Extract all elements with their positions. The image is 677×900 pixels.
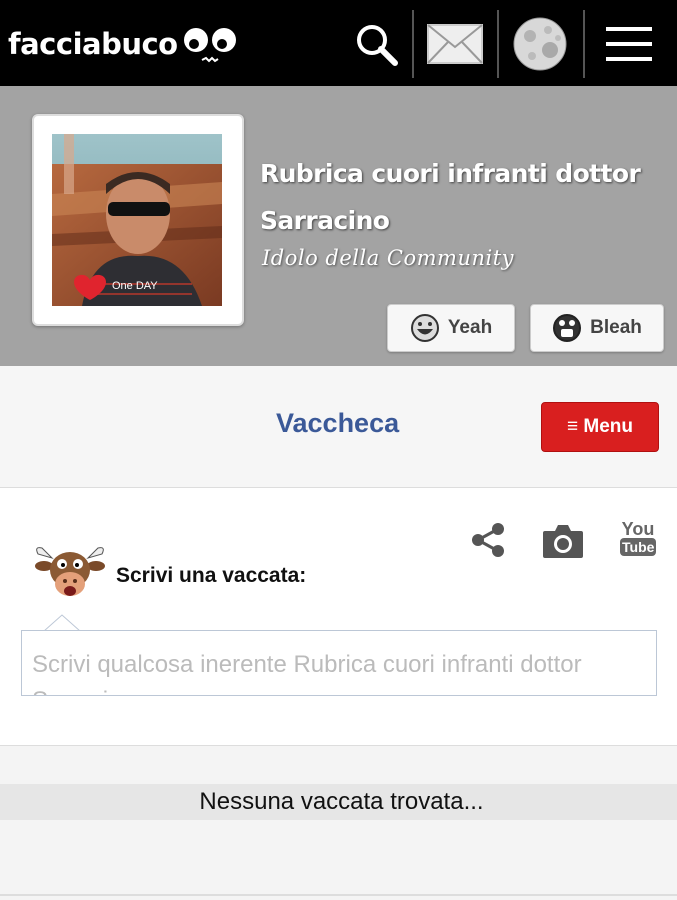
- yeah-button[interactable]: Yeah: [387, 304, 515, 352]
- profile-subtitle: Idolo della Community: [262, 246, 515, 270]
- post-label: Scrivi una vaccata:: [116, 564, 307, 587]
- cow-avatar-icon: [35, 547, 105, 596]
- photo-upload-button[interactable]: [541, 522, 585, 565]
- post-input-container: [21, 630, 657, 696]
- youtube-top-text: You: [621, 519, 655, 539]
- profile-photo-frame[interactable]: One DAY: [32, 114, 244, 326]
- post-composer: You Tube Scrivi una vaccata:: [0, 488, 677, 746]
- top-bar: facciabuco: [0, 0, 677, 86]
- feed: Nessuna vaccata trovata...: [0, 746, 677, 900]
- divider: [583, 10, 585, 78]
- yeah-label: Yeah: [447, 317, 493, 338]
- youtube-button[interactable]: You Tube: [620, 520, 656, 556]
- mail-icon: [427, 24, 483, 64]
- logo[interactable]: facciabuco: [8, 24, 178, 64]
- search-button[interactable]: [350, 10, 402, 78]
- divider: [497, 10, 499, 78]
- section-title[interactable]: Vaccheca: [276, 408, 399, 439]
- messages-button[interactable]: [424, 10, 486, 78]
- photo-caption: One DAY: [112, 280, 158, 292]
- disgusted-face-icon: [553, 314, 582, 342]
- share-button[interactable]: [470, 522, 506, 563]
- logo-eyes-icon: [184, 28, 236, 63]
- divider: [0, 894, 677, 896]
- camera-icon: [543, 525, 583, 558]
- profile-photo-image: One DAY: [52, 134, 222, 306]
- section-bar: Vaccheca ≡ Menu: [0, 366, 677, 488]
- bleah-label: Bleah: [590, 317, 642, 338]
- moon-button[interactable]: [509, 10, 571, 78]
- empty-feed-bar: Nessuna vaccata trovata...: [0, 784, 677, 820]
- youtube-icon: You Tube: [620, 520, 656, 556]
- section-menu-button[interactable]: ≡ Menu: [541, 402, 659, 452]
- main-menu-button[interactable]: [598, 10, 660, 78]
- profile-name: Rubrica cuori infranti dottor Sarracino: [260, 159, 641, 235]
- hamburger-menu-icon: [606, 27, 652, 61]
- bleah-button[interactable]: Bleah: [530, 304, 664, 352]
- profile-photo: One DAY: [52, 134, 222, 306]
- post-input[interactable]: [22, 631, 656, 695]
- happy-face-icon: [410, 314, 439, 342]
- search-icon: [357, 25, 398, 66]
- profile-header: One DAY Rubrica cuori infranti dottor Sa…: [0, 86, 677, 366]
- youtube-bottom-text: Tube: [620, 538, 656, 556]
- empty-feed-message: Nessuna vaccata trovata...: [199, 788, 484, 815]
- moon-icon: [513, 17, 567, 71]
- logo-text: facciabuco: [8, 27, 178, 61]
- divider: [412, 10, 414, 78]
- share-icon: [472, 523, 504, 557]
